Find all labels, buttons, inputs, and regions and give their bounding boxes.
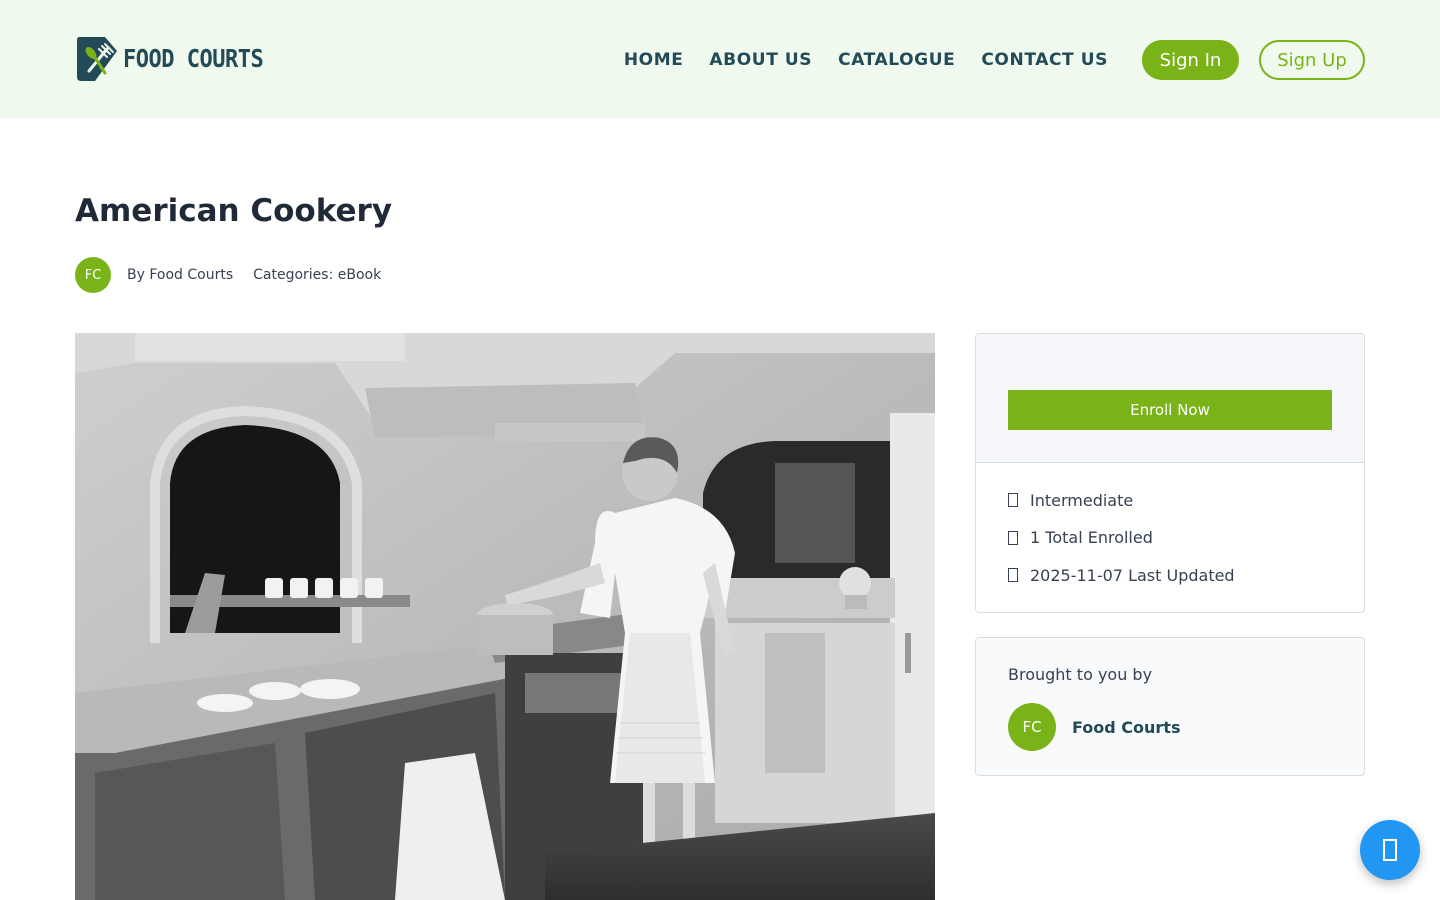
author-row[interactable]: FC Food Courts: [1008, 703, 1180, 751]
sign-up-button[interactable]: Sign Up: [1259, 40, 1365, 80]
chat-button[interactable]: [1360, 820, 1420, 880]
course-info-list: Intermediate 1 Total Enrolled 2025-11-07…: [976, 463, 1364, 586]
course-categories[interactable]: Categories: eBook: [253, 267, 381, 283]
enroll-now-button[interactable]: Enroll Now: [1008, 390, 1332, 430]
info-updated-text: 2025-11-07 Last Updated: [1030, 565, 1235, 585]
brought-to-you-label: Brought to you by: [1008, 665, 1153, 684]
info-level-text: Intermediate: [1030, 490, 1134, 510]
course-title: American Cookery: [75, 193, 393, 229]
enroll-card: Enroll Now Intermediate 1 Total Enrolled…: [975, 333, 1365, 613]
nav-about-us[interactable]: ABOUT US: [709, 48, 812, 72]
level-icon: [1008, 491, 1030, 509]
nav-contact-us[interactable]: CONTACT US: [981, 48, 1108, 72]
author-avatar: FC: [75, 257, 111, 293]
chat-icon: [1383, 839, 1397, 861]
info-level: Intermediate: [1008, 489, 1332, 511]
nav-home[interactable]: HOME: [624, 48, 684, 72]
enrolled-icon: [1008, 529, 1030, 547]
author-name[interactable]: Food Courts: [1072, 718, 1180, 737]
logo-text: FOOD COURTS: [123, 44, 264, 74]
main-nav: HOME ABOUT US CATALOGUE CONTACT US: [624, 48, 1108, 72]
info-updated: 2025-11-07 Last Updated: [1008, 564, 1332, 586]
author-card: Brought to you by FC Food Courts: [975, 637, 1365, 776]
sign-in-button[interactable]: Sign In: [1142, 40, 1239, 80]
course-hero-image: [75, 333, 935, 900]
nav-catalogue[interactable]: CATALOGUE: [838, 48, 955, 72]
kitchen-photo: [75, 333, 935, 900]
info-enrolled-text: 1 Total Enrolled: [1030, 528, 1153, 547]
course-meta: FC By Food Courts Categories: eBook: [75, 257, 381, 293]
updated-icon: [1008, 566, 1030, 584]
author-avatar-large: FC: [1008, 703, 1056, 751]
site-header: FOOD COURTS HOME ABOUT US CATALOGUE CONT…: [0, 0, 1440, 118]
logo-icon: [77, 37, 117, 81]
site-logo[interactable]: FOOD COURTS: [75, 35, 264, 83]
author-byline[interactable]: By Food Courts: [127, 267, 233, 283]
info-enrolled: 1 Total Enrolled: [1008, 527, 1332, 549]
enroll-card-top: Enroll Now: [976, 334, 1364, 463]
